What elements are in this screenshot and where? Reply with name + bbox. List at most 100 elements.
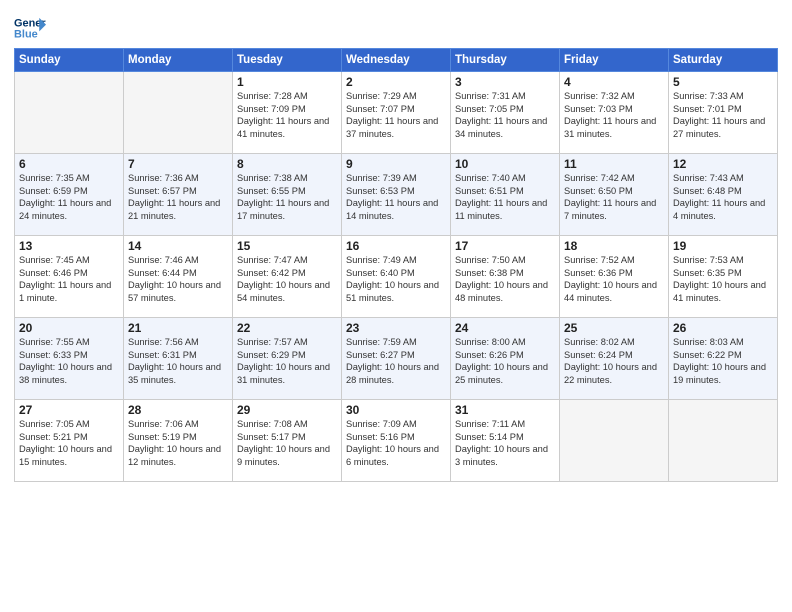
day-number: 11: [564, 157, 664, 171]
svg-text:Blue: Blue: [14, 28, 38, 40]
day-cell: 27Sunrise: 7:05 AMSunset: 5:21 PMDayligh…: [15, 400, 124, 482]
day-detail: Sunrise: 7:11 AMSunset: 5:14 PMDaylight:…: [455, 418, 555, 468]
day-detail: Sunrise: 7:47 AMSunset: 6:42 PMDaylight:…: [237, 254, 337, 304]
day-number: 27: [19, 403, 119, 417]
day-number: 10: [455, 157, 555, 171]
day-cell: [15, 72, 124, 154]
day-detail: Sunrise: 7:50 AMSunset: 6:38 PMDaylight:…: [455, 254, 555, 304]
day-detail: Sunrise: 7:52 AMSunset: 6:36 PMDaylight:…: [564, 254, 664, 304]
day-detail: Sunrise: 7:39 AMSunset: 6:53 PMDaylight:…: [346, 172, 446, 222]
day-cell: 29Sunrise: 7:08 AMSunset: 5:17 PMDayligh…: [233, 400, 342, 482]
day-detail: Sunrise: 7:28 AMSunset: 7:09 PMDaylight:…: [237, 90, 337, 140]
day-number: 31: [455, 403, 555, 417]
day-detail: Sunrise: 7:08 AMSunset: 5:17 PMDaylight:…: [237, 418, 337, 468]
day-number: 8: [237, 157, 337, 171]
day-cell: 24Sunrise: 8:00 AMSunset: 6:26 PMDayligh…: [451, 318, 560, 400]
day-detail: Sunrise: 7:32 AMSunset: 7:03 PMDaylight:…: [564, 90, 664, 140]
day-cell: 12Sunrise: 7:43 AMSunset: 6:48 PMDayligh…: [669, 154, 778, 236]
day-detail: Sunrise: 7:56 AMSunset: 6:31 PMDaylight:…: [128, 336, 228, 386]
header: General Blue: [14, 10, 778, 42]
weekday-header-wednesday: Wednesday: [342, 49, 451, 72]
day-number: 17: [455, 239, 555, 253]
day-number: 12: [673, 157, 773, 171]
day-detail: Sunrise: 7:57 AMSunset: 6:29 PMDaylight:…: [237, 336, 337, 386]
day-detail: Sunrise: 8:03 AMSunset: 6:22 PMDaylight:…: [673, 336, 773, 386]
day-detail: Sunrise: 8:00 AMSunset: 6:26 PMDaylight:…: [455, 336, 555, 386]
week-row-1: 1Sunrise: 7:28 AMSunset: 7:09 PMDaylight…: [15, 72, 778, 154]
day-cell: 28Sunrise: 7:06 AMSunset: 5:19 PMDayligh…: [124, 400, 233, 482]
day-number: 13: [19, 239, 119, 253]
day-cell: 8Sunrise: 7:38 AMSunset: 6:55 PMDaylight…: [233, 154, 342, 236]
day-detail: Sunrise: 7:05 AMSunset: 5:21 PMDaylight:…: [19, 418, 119, 468]
day-cell: 14Sunrise: 7:46 AMSunset: 6:44 PMDayligh…: [124, 236, 233, 318]
weekday-header-tuesday: Tuesday: [233, 49, 342, 72]
day-cell: 17Sunrise: 7:50 AMSunset: 6:38 PMDayligh…: [451, 236, 560, 318]
day-cell: [560, 400, 669, 482]
day-number: 22: [237, 321, 337, 335]
day-cell: 11Sunrise: 7:42 AMSunset: 6:50 PMDayligh…: [560, 154, 669, 236]
day-detail: Sunrise: 7:49 AMSunset: 6:40 PMDaylight:…: [346, 254, 446, 304]
day-number: 3: [455, 75, 555, 89]
day-number: 4: [564, 75, 664, 89]
day-number: 19: [673, 239, 773, 253]
day-cell: 21Sunrise: 7:56 AMSunset: 6:31 PMDayligh…: [124, 318, 233, 400]
day-cell: 9Sunrise: 7:39 AMSunset: 6:53 PMDaylight…: [342, 154, 451, 236]
weekday-header-friday: Friday: [560, 49, 669, 72]
day-cell: [669, 400, 778, 482]
day-number: 15: [237, 239, 337, 253]
day-number: 6: [19, 157, 119, 171]
day-cell: 18Sunrise: 7:52 AMSunset: 6:36 PMDayligh…: [560, 236, 669, 318]
week-row-4: 20Sunrise: 7:55 AMSunset: 6:33 PMDayligh…: [15, 318, 778, 400]
day-detail: Sunrise: 7:38 AMSunset: 6:55 PMDaylight:…: [237, 172, 337, 222]
weekday-header-monday: Monday: [124, 49, 233, 72]
week-row-5: 27Sunrise: 7:05 AMSunset: 5:21 PMDayligh…: [15, 400, 778, 482]
day-number: 7: [128, 157, 228, 171]
day-number: 16: [346, 239, 446, 253]
day-detail: Sunrise: 7:33 AMSunset: 7:01 PMDaylight:…: [673, 90, 773, 140]
day-detail: Sunrise: 7:45 AMSunset: 6:46 PMDaylight:…: [19, 254, 119, 304]
week-row-2: 6Sunrise: 7:35 AMSunset: 6:59 PMDaylight…: [15, 154, 778, 236]
day-cell: 4Sunrise: 7:32 AMSunset: 7:03 PMDaylight…: [560, 72, 669, 154]
day-cell: 6Sunrise: 7:35 AMSunset: 6:59 PMDaylight…: [15, 154, 124, 236]
day-number: 25: [564, 321, 664, 335]
day-cell: 20Sunrise: 7:55 AMSunset: 6:33 PMDayligh…: [15, 318, 124, 400]
day-cell: 16Sunrise: 7:49 AMSunset: 6:40 PMDayligh…: [342, 236, 451, 318]
day-cell: 26Sunrise: 8:03 AMSunset: 6:22 PMDayligh…: [669, 318, 778, 400]
day-cell: 10Sunrise: 7:40 AMSunset: 6:51 PMDayligh…: [451, 154, 560, 236]
day-cell: 31Sunrise: 7:11 AMSunset: 5:14 PMDayligh…: [451, 400, 560, 482]
day-number: 21: [128, 321, 228, 335]
day-detail: Sunrise: 7:55 AMSunset: 6:33 PMDaylight:…: [19, 336, 119, 386]
weekday-header-row: SundayMondayTuesdayWednesdayThursdayFrid…: [15, 49, 778, 72]
day-number: 14: [128, 239, 228, 253]
day-number: 5: [673, 75, 773, 89]
day-cell: 25Sunrise: 8:02 AMSunset: 6:24 PMDayligh…: [560, 318, 669, 400]
day-detail: Sunrise: 7:36 AMSunset: 6:57 PMDaylight:…: [128, 172, 228, 222]
day-detail: Sunrise: 7:06 AMSunset: 5:19 PMDaylight:…: [128, 418, 228, 468]
logo-icon: General Blue: [14, 14, 46, 42]
day-detail: Sunrise: 7:43 AMSunset: 6:48 PMDaylight:…: [673, 172, 773, 222]
calendar-table: SundayMondayTuesdayWednesdayThursdayFrid…: [14, 48, 778, 482]
day-detail: Sunrise: 7:35 AMSunset: 6:59 PMDaylight:…: [19, 172, 119, 222]
day-detail: Sunrise: 7:46 AMSunset: 6:44 PMDaylight:…: [128, 254, 228, 304]
day-number: 30: [346, 403, 446, 417]
day-cell: 19Sunrise: 7:53 AMSunset: 6:35 PMDayligh…: [669, 236, 778, 318]
day-cell: 23Sunrise: 7:59 AMSunset: 6:27 PMDayligh…: [342, 318, 451, 400]
day-number: 1: [237, 75, 337, 89]
day-detail: Sunrise: 7:59 AMSunset: 6:27 PMDaylight:…: [346, 336, 446, 386]
day-detail: Sunrise: 8:02 AMSunset: 6:24 PMDaylight:…: [564, 336, 664, 386]
logo: General Blue: [14, 14, 48, 42]
week-row-3: 13Sunrise: 7:45 AMSunset: 6:46 PMDayligh…: [15, 236, 778, 318]
day-cell: 1Sunrise: 7:28 AMSunset: 7:09 PMDaylight…: [233, 72, 342, 154]
day-detail: Sunrise: 7:42 AMSunset: 6:50 PMDaylight:…: [564, 172, 664, 222]
page: General Blue SundayMondayTuesdayWednesda…: [0, 0, 792, 612]
day-number: 20: [19, 321, 119, 335]
day-number: 28: [128, 403, 228, 417]
day-detail: Sunrise: 7:31 AMSunset: 7:05 PMDaylight:…: [455, 90, 555, 140]
day-number: 29: [237, 403, 337, 417]
day-number: 2: [346, 75, 446, 89]
day-cell: 5Sunrise: 7:33 AMSunset: 7:01 PMDaylight…: [669, 72, 778, 154]
weekday-header-thursday: Thursday: [451, 49, 560, 72]
day-number: 18: [564, 239, 664, 253]
day-cell: 15Sunrise: 7:47 AMSunset: 6:42 PMDayligh…: [233, 236, 342, 318]
day-detail: Sunrise: 7:29 AMSunset: 7:07 PMDaylight:…: [346, 90, 446, 140]
